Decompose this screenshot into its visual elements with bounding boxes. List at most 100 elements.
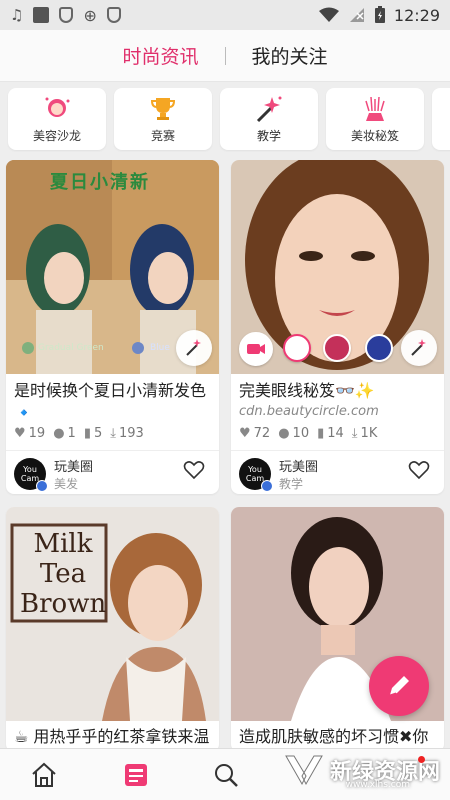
color-swatch-white[interactable] — [283, 334, 311, 362]
tab-separator — [224, 46, 226, 65]
card-divider — [6, 450, 219, 451]
magic-wand-button[interactable] — [401, 330, 437, 366]
post-card-skin-habits[interactable]: 造成肌肤敏感的坏习惯✖你 — [231, 507, 444, 752]
camera-button[interactable] — [239, 332, 273, 366]
card-divider — [231, 450, 444, 451]
color-swatch-red[interactable] — [323, 334, 351, 362]
downloads-stat[interactable]: ⤓ 1K — [352, 426, 378, 441]
comment-icon: ● — [53, 426, 65, 441]
comments-count: 1 — [67, 426, 76, 441]
post-title[interactable]: 完美眼线秘笈👓✨ — [239, 380, 436, 402]
download-icon: ⤓ — [351, 426, 358, 441]
battery-icon — [374, 6, 385, 23]
post-card-milk-tea[interactable]: Milk Tea Brown ☕ 用热乎乎的红茶拿铁来温 — [6, 507, 219, 752]
shield-icon-2 — [106, 7, 121, 23]
saves-count: 14 — [327, 426, 344, 441]
site-watermark: 新绿资源网 www.xlhs.com — [284, 752, 440, 790]
post-source-domain: cdn.beautycircle.com — [239, 404, 379, 419]
app-square-icon — [33, 7, 50, 23]
saves-count: 5 — [93, 426, 103, 441]
comments-count: 10 — [292, 426, 310, 441]
like-heart-icon[interactable] — [408, 460, 430, 480]
search-icon — [215, 764, 238, 787]
watermark-logo-icon — [285, 755, 323, 786]
color-swatch-blue[interactable] — [365, 334, 393, 362]
post-image-eyeliner[interactable] — [231, 160, 444, 374]
category-row: 美容沙龙 竞赛 教学 美妆秘笈 — [0, 88, 450, 152]
milk-tea-word-3: Brown — [20, 589, 107, 619]
avatar[interactable]: You Cam — [239, 458, 273, 492]
top-tab-bar: 时尚资讯 我的关注 — [0, 30, 450, 82]
magic-wand-button[interactable] — [176, 330, 212, 366]
post-card-eyeliner[interactable]: 完美眼线秘笈👓✨ cdn.beautycircle.com ♥ 72 ● 10 ▮ 1… — [231, 160, 444, 494]
downloads-count: 193 — [119, 426, 144, 441]
bookmark-icon: ▮ — [317, 426, 325, 441]
nav-search[interactable] — [210, 759, 242, 791]
trophy-icon — [149, 95, 177, 123]
tab-fashion-news[interactable]: 时尚资讯 — [122, 42, 198, 69]
author-tag: 教学 — [279, 477, 304, 491]
signal-icon — [349, 8, 364, 22]
comments-stat[interactable]: ● 10 — [278, 426, 309, 441]
downloads-stat[interactable]: ⤓ 193 — [110, 426, 144, 441]
post-image-milk-tea[interactable]: Milk Tea Brown — [6, 507, 219, 721]
category-beauty-tips[interactable]: 美妆秘笈 — [326, 88, 424, 150]
category-tutorial[interactable]: 教学 — [220, 88, 318, 150]
post-stats: ♥ 19 ● 1 ▮ 5 ⤓ 193 — [14, 426, 144, 441]
create-post-button[interactable] — [369, 656, 429, 716]
comments-stat[interactable]: ● 1 — [53, 426, 76, 441]
wifi-icon — [318, 7, 339, 22]
nav-home[interactable] — [28, 759, 60, 791]
post-author[interactable]: You Cam 玩美圈 美发 — [14, 456, 93, 492]
post-stats: ♥ 72 ● 10 ▮ 14 ⤓ 1K — [239, 426, 377, 441]
heart-icon: ♥ — [239, 426, 251, 441]
milk-tea-word-1: Milk — [33, 529, 93, 559]
download-icon: ⤓ — [110, 426, 117, 441]
author-tag: 美发 — [54, 477, 79, 491]
post-author[interactable]: You Cam 玩美圈 教学 — [239, 456, 318, 492]
category-contest[interactable]: 竞赛 — [114, 88, 212, 150]
post-image-summer-hair[interactable]: 夏日小清新 Gradual Green Blue — [6, 160, 219, 374]
heart-icon: ♥ — [14, 426, 26, 441]
category-beauty-tips-label: 美妆秘笈 — [350, 128, 399, 143]
magic-wand-icon — [254, 95, 284, 123]
likes-count: 19 — [28, 426, 46, 441]
watermark-url: www.xlhs.com — [345, 780, 410, 790]
avatar[interactable]: You Cam — [14, 458, 48, 492]
salon-icon — [42, 95, 72, 123]
post-title[interactable]: 造成肌肤敏感的坏习惯✖你 — [239, 726, 436, 748]
magic-wand-icon — [186, 339, 201, 356]
like-heart-icon[interactable] — [183, 460, 205, 480]
post-title[interactable]: 是时候换个夏日小清新发色🔹 — [14, 380, 211, 424]
notification-dot — [418, 756, 425, 763]
likes-count: 72 — [253, 426, 271, 441]
app-glyph-icon: ⊕ — [83, 5, 97, 25]
author-name[interactable]: 玩美圈 — [279, 456, 318, 475]
post-card-summer-hair[interactable]: 夏日小清新 Gradual Green Blue 是时候换个夏日小清新发色🔹 ♥… — [6, 160, 219, 494]
pencil-icon — [389, 676, 409, 696]
saves-stat[interactable]: ▮ 14 — [317, 426, 344, 441]
nav-news[interactable] — [120, 759, 152, 791]
category-salon[interactable]: 美容沙龙 — [8, 88, 106, 150]
bookmark-icon: ▮ — [83, 426, 91, 441]
category-contest-label: 竞赛 — [150, 128, 175, 143]
verified-badge-icon — [261, 480, 273, 492]
milk-tea-word-2: Tea — [39, 559, 87, 589]
category-more-partial[interactable] — [432, 88, 450, 150]
tab-my-following[interactable]: 我的关注 — [252, 42, 328, 69]
comment-icon: ● — [278, 426, 290, 441]
music-icon: ♫ — [10, 6, 24, 24]
clock: 12:29 — [393, 5, 440, 25]
status-bar: ♫ ⊕ 12:29 — [0, 0, 450, 30]
magic-wand-icon — [411, 339, 426, 356]
likes-stat[interactable]: ♥ 19 — [14, 426, 45, 441]
category-tutorial-label: 教学 — [256, 128, 281, 143]
image-label-green: Gradual Green — [38, 343, 104, 353]
image-label-blue: Blue — [150, 343, 170, 353]
downloads-count: 1K — [360, 426, 378, 441]
post-title[interactable]: ☕ 用热乎乎的红茶拿铁来温 — [14, 726, 211, 748]
saves-stat[interactable]: ▮ 5 — [84, 426, 102, 441]
author-name[interactable]: 玩美圈 — [54, 456, 93, 475]
likes-stat[interactable]: ♥ 72 — [239, 426, 270, 441]
image-headline: 夏日小清新 — [50, 172, 150, 193]
